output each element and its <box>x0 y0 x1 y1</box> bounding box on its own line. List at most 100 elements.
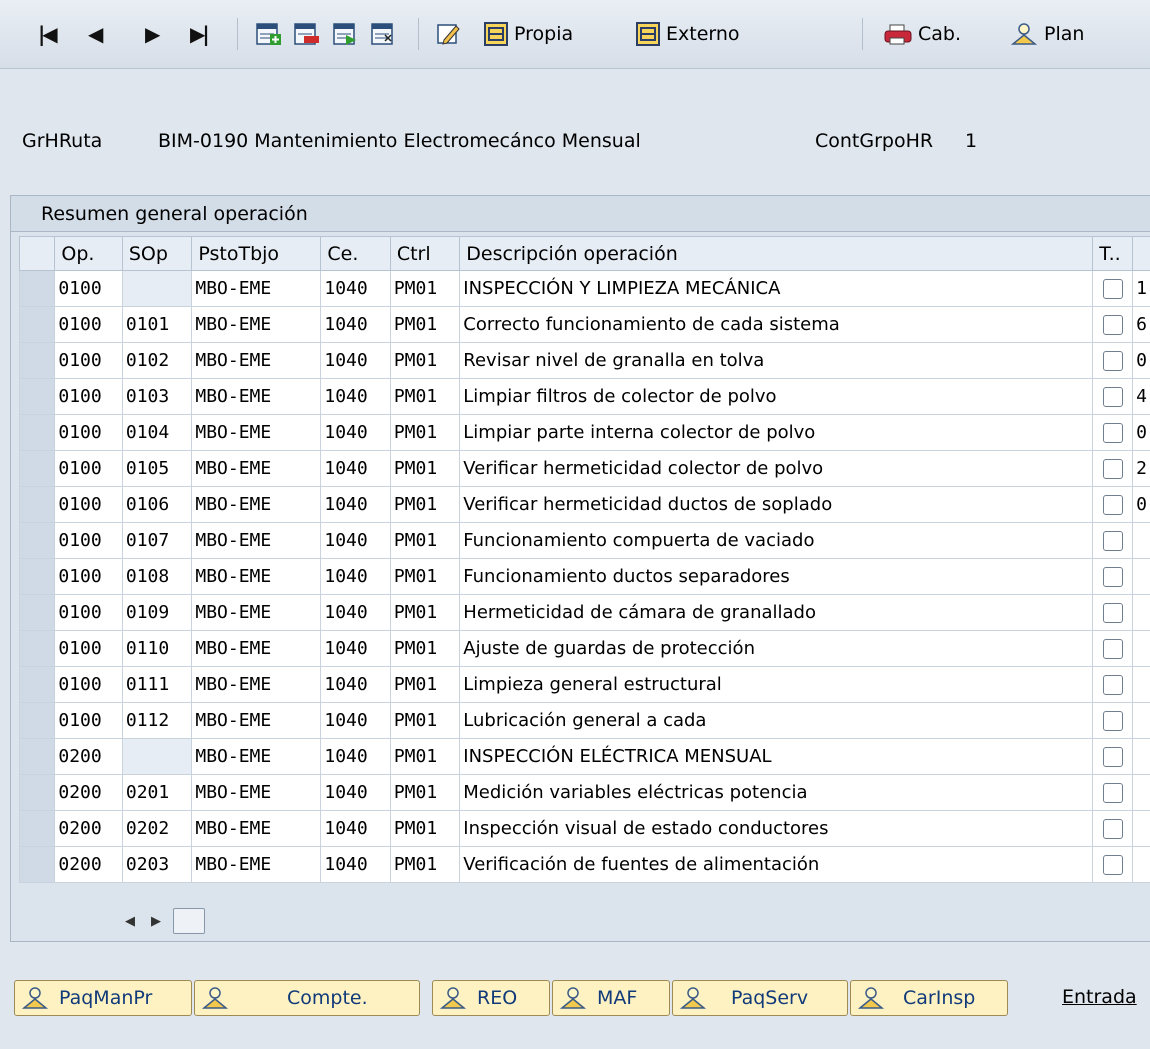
cell-pstotbjo[interactable]: MBO-EME <box>191 522 322 559</box>
table-row[interactable]: 0100 0112 MBO-EME 1040 PM01 Lubricación gener… <box>18 702 1150 739</box>
cell-ce[interactable]: 1040 <box>320 306 391 343</box>
entrada-link[interactable]: Entrada <box>1062 986 1137 1008</box>
cell-op[interactable]: 0200 <box>54 810 123 847</box>
cell-extra[interactable] <box>1132 522 1150 559</box>
cell-pstotbjo[interactable]: MBO-EME <box>191 774 322 811</box>
table-row[interactable]: 0200 MBO-EME 1040 PM01 INSPECCIÓN ELÉCTRICA … <box>18 738 1150 775</box>
cell-pstotbjo[interactable]: MBO-EME <box>191 450 322 487</box>
row-selector[interactable] <box>18 522 56 559</box>
cell-sop[interactable]: 0101 <box>121 306 193 343</box>
row-selector[interactable] <box>18 270 56 307</box>
t-checkbox[interactable] <box>1102 315 1123 335</box>
cell-ctrl[interactable]: PM01 <box>389 270 461 307</box>
cell-ce[interactable]: 1040 <box>320 450 391 487</box>
cell-description[interactable]: INSPECCIÓN ELÉCTRICA MENSUAL <box>459 738 1094 775</box>
edit-button[interactable] <box>436 14 462 54</box>
cell-description[interactable]: Lubricación general a cada <box>459 702 1094 739</box>
table-row[interactable]: 0100 0110 MBO-EME 1040 PM01 Ajuste de guardas… <box>18 630 1150 667</box>
column-header-sop[interactable]: SOp <box>121 236 193 271</box>
table-row[interactable]: 0100 0106 MBO-EME 1040 PM01 Verificar hermeti… <box>18 486 1150 523</box>
row-selector[interactable] <box>18 594 56 631</box>
cell-pstotbjo[interactable]: MBO-EME <box>191 594 322 631</box>
cell-sop[interactable] <box>121 738 193 775</box>
select-block-button[interactable] <box>371 14 397 54</box>
column-header-op[interactable]: Op. <box>54 236 123 271</box>
cell-op[interactable]: 0100 <box>54 594 123 631</box>
cell-op[interactable]: 0100 <box>54 666 123 703</box>
cell-description[interactable]: Limpieza general estructural <box>459 666 1094 703</box>
row-selector[interactable] <box>18 666 56 703</box>
row-selector[interactable] <box>18 486 56 523</box>
row-selector[interactable] <box>18 378 56 415</box>
t-checkbox[interactable] <box>1102 639 1123 659</box>
cell-description[interactable]: Limpiar filtros de colector de polvo <box>459 378 1094 415</box>
cell-sop[interactable]: 0111 <box>121 666 193 703</box>
first-record-button[interactable]: |◀ <box>38 14 58 54</box>
cell-op[interactable]: 0100 <box>54 306 123 343</box>
cell-ce[interactable]: 1040 <box>320 594 391 631</box>
table-row[interactable]: 0200 0203 MBO-EME 1040 PM01 Verificación de f… <box>18 846 1150 883</box>
maf-button[interactable]: MAF <box>552 980 670 1016</box>
carinsp-button[interactable]: CarInsp <box>850 980 1008 1016</box>
cell-ctrl[interactable]: PM01 <box>389 846 461 883</box>
cell-extra[interactable]: 4 <box>1132 378 1150 415</box>
cell-extra[interactable] <box>1132 702 1150 739</box>
cell-sop[interactable]: 0110 <box>121 630 193 667</box>
cell-pstotbjo[interactable]: MBO-EME <box>191 414 322 451</box>
cell-extra[interactable] <box>1132 810 1150 847</box>
t-checkbox[interactable] <box>1102 531 1123 551</box>
cell-extra[interactable]: 0 <box>1132 414 1150 451</box>
cell-op[interactable]: 0100 <box>54 558 123 595</box>
t-checkbox[interactable] <box>1102 783 1123 803</box>
cell-ctrl[interactable]: PM01 <box>389 522 461 559</box>
cell-description[interactable]: Medición variables eléctricas potencia <box>459 774 1094 811</box>
cell-extra[interactable]: 6 <box>1132 306 1150 343</box>
cell-extra[interactable] <box>1132 738 1150 775</box>
cell-description[interactable]: Hermeticidad de cámara de granallado <box>459 594 1094 631</box>
paqmanpr-button[interactable]: PaqManPr <box>14 980 192 1016</box>
t-checkbox[interactable] <box>1102 747 1123 767</box>
cell-extra[interactable]: 1 <box>1132 270 1150 307</box>
plan-button[interactable]: Plan <box>1010 14 1084 54</box>
cell-ctrl[interactable]: PM01 <box>389 774 461 811</box>
table-row[interactable]: 0100 0101 MBO-EME 1040 PM01 Correcto funciona… <box>18 306 1150 343</box>
cell-ce[interactable]: 1040 <box>320 774 391 811</box>
cell-extra[interactable]: 0 <box>1132 342 1150 379</box>
row-selector[interactable] <box>18 846 56 883</box>
cell-sop[interactable]: 0103 <box>121 378 193 415</box>
t-checkbox[interactable] <box>1102 495 1123 515</box>
cell-ctrl[interactable]: PM01 <box>389 702 461 739</box>
table-row[interactable]: 0100 0109 MBO-EME 1040 PM01 Hermeticidad de c… <box>18 594 1150 631</box>
cell-ce[interactable]: 1040 <box>320 270 391 307</box>
cell-description[interactable]: INSPECCIÓN Y LIMPIEZA MECÁNICA <box>459 270 1094 307</box>
cell-op[interactable]: 0100 <box>54 414 123 451</box>
cell-description[interactable]: Verificar hermeticidad colector de polvo <box>459 450 1094 487</box>
table-row[interactable]: 0100 0108 MBO-EME 1040 PM01 Funcionamiento du… <box>18 558 1150 595</box>
cell-ce[interactable]: 1040 <box>320 846 391 883</box>
cell-op[interactable]: 0200 <box>54 846 123 883</box>
delete-row-button[interactable] <box>294 14 320 54</box>
column-header-description[interactable]: Descripción operación <box>459 236 1094 271</box>
cell-ctrl[interactable]: PM01 <box>389 414 461 451</box>
cell-ctrl[interactable]: PM01 <box>389 486 461 523</box>
t-checkbox[interactable] <box>1102 855 1123 875</box>
column-header-ctrl[interactable]: Ctrl <box>389 236 461 271</box>
cell-description[interactable]: Verificar hermeticidad ductos de soplado <box>459 486 1094 523</box>
t-checkbox[interactable] <box>1102 567 1123 587</box>
cell-ce[interactable]: 1040 <box>320 342 391 379</box>
cell-description[interactable]: Funcionamiento ductos separadores <box>459 558 1094 595</box>
cell-sop[interactable]: 0112 <box>121 702 193 739</box>
column-header-pstotbjo[interactable]: PstoTbjo <box>191 236 322 271</box>
t-checkbox[interactable] <box>1102 279 1123 299</box>
cell-pstotbjo[interactable]: MBO-EME <box>191 738 322 775</box>
reo-button[interactable]: REO <box>432 980 550 1016</box>
cell-ctrl[interactable]: PM01 <box>389 378 461 415</box>
cell-extra[interactable]: 2 <box>1132 450 1150 487</box>
cell-pstotbjo[interactable]: MBO-EME <box>191 306 322 343</box>
insert-row-button[interactable] <box>256 14 282 54</box>
cell-ce[interactable]: 1040 <box>320 558 391 595</box>
cell-extra[interactable] <box>1132 558 1150 595</box>
cell-sop[interactable]: 0104 <box>121 414 193 451</box>
horizontal-scrollbar[interactable]: ◀ ▶ <box>121 908 205 934</box>
table-row[interactable]: 0100 0103 MBO-EME 1040 PM01 Limpiar filtros d… <box>18 378 1150 415</box>
